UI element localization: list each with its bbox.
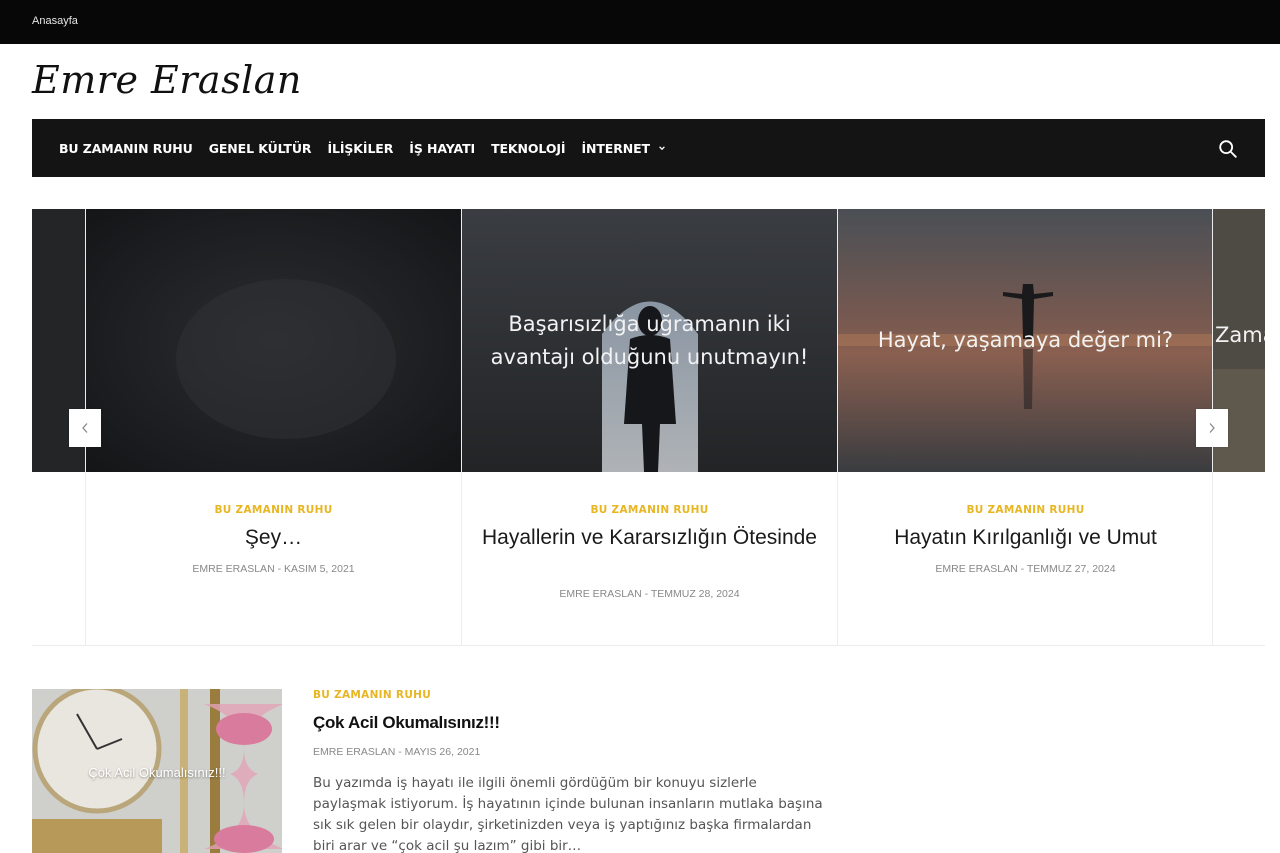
nav-item-is-hayati[interactable]: İŞ HAYATI xyxy=(409,141,475,156)
slide-title[interactable]: Hayatın Kırılganlığı ve Umut xyxy=(858,525,1193,550)
slide-author[interactable]: EMRE ERASLAN xyxy=(935,563,1017,575)
slide-image-text: Hayat, yaşamaya değer mi? xyxy=(877,328,1174,352)
slide-image-text xyxy=(86,209,461,472)
post-author[interactable]: EMRE ERASLAN xyxy=(313,746,395,758)
slide-image: Başarısızlığa uğramanın iki avantajı old… xyxy=(462,209,837,472)
post-title[interactable]: Çok Acil Okumalısınız!!! xyxy=(313,713,500,733)
post-thumbnail-text: Çok Acil Okumalısınız!!! xyxy=(88,765,226,780)
slide-title[interactable]: Hayallerin ve Kararsızlığın Ötesinde xyxy=(482,525,817,550)
nav-item-iliskiler[interactable]: İLİŞKİLER xyxy=(327,141,393,156)
chevron-left-icon xyxy=(82,423,88,433)
chevron-right-icon xyxy=(1209,423,1215,433)
slide-2[interactable]: Başarısızlığa uğramanın iki avantajı old… xyxy=(461,209,837,646)
slide-category[interactable]: BU ZAMANIN RUHU xyxy=(462,504,837,516)
nav-item-teknoloji[interactable]: TEKNOLOJİ xyxy=(491,141,565,156)
slider-prev-button[interactable] xyxy=(69,409,101,447)
home-link[interactable]: Anasayfa xyxy=(32,15,78,27)
featured-slider: BU ZAMANIN RUHU Şey… EMRE ERASLAN - KASI… xyxy=(32,209,1265,646)
slide-meta: EMRE ERASLAN - TEMMUZ 28, 2024 xyxy=(559,588,740,600)
search-icon[interactable] xyxy=(1217,138,1239,160)
slide-1[interactable]: BU ZAMANIN RUHU Şey… EMRE ERASLAN - KASI… xyxy=(85,209,461,646)
chevron-down-icon xyxy=(659,146,665,151)
slide-title[interactable]: Şey… xyxy=(106,525,441,550)
slide-image xyxy=(86,209,461,472)
nav-item-internet-label: İNTERNET xyxy=(581,140,650,156)
site-logo[interactable]: Emre Eraslan xyxy=(32,58,302,102)
slide-date: TEMMUZ 28, 2024 xyxy=(650,588,740,600)
post-category[interactable]: BU ZAMANIN RUHU xyxy=(313,689,431,701)
slide-category[interactable]: BU ZAMANIN RUHU xyxy=(86,504,461,516)
main-nav: BU ZAMANIN RUHU GENEL KÜLTÜR İLİŞKİLER İ… xyxy=(32,119,1265,177)
nav-item-genel-kultur[interactable]: GENEL KÜLTÜR xyxy=(209,141,312,156)
post-thumbnail[interactable]: Çok Acil Okumalısınız!!! xyxy=(32,689,282,853)
divider xyxy=(32,645,1265,646)
slide-3[interactable]: Hayat, yaşamaya değer mi? BU ZAMANIN RUH… xyxy=(837,209,1213,646)
slide-meta: EMRE ERASLAN - TEMMUZ 27, 2024 xyxy=(935,563,1116,575)
slide-image-text: Başarısızlığa uğramanın iki avantajı old… xyxy=(490,311,809,369)
slide-date: KASIM 5, 2021 xyxy=(284,563,355,575)
slide-author[interactable]: EMRE ERASLAN xyxy=(192,563,274,575)
slide-author[interactable]: EMRE ERASLAN xyxy=(559,588,641,600)
post-meta: EMRE ERASLAN - MAYIS 26, 2021 xyxy=(313,746,481,758)
slide-meta: EMRE ERASLAN - KASIM 5, 2021 xyxy=(192,563,355,575)
post-excerpt: Bu yazımda iş hayatı ile ilgili önemli g… xyxy=(313,775,823,853)
post-date: MAYIS 26, 2021 xyxy=(404,746,481,758)
top-bar: Anasayfa xyxy=(0,0,1280,44)
nav-item-bu-zamanin-ruhu[interactable]: BU ZAMANIN RUHU xyxy=(59,141,193,156)
slide-category[interactable]: BU ZAMANIN RUHU xyxy=(838,504,1213,516)
slide-image: Hayat, yaşamaya değer mi? xyxy=(838,209,1213,472)
post-item: Çok Acil Okumalısınız!!! BU ZAMANIN RUHU… xyxy=(32,689,832,853)
nav-item-internet[interactable]: İNTERNET xyxy=(581,141,666,156)
slide-date: TEMMUZ 27, 2024 xyxy=(1026,563,1116,575)
slider-next-button[interactable] xyxy=(1196,409,1228,447)
